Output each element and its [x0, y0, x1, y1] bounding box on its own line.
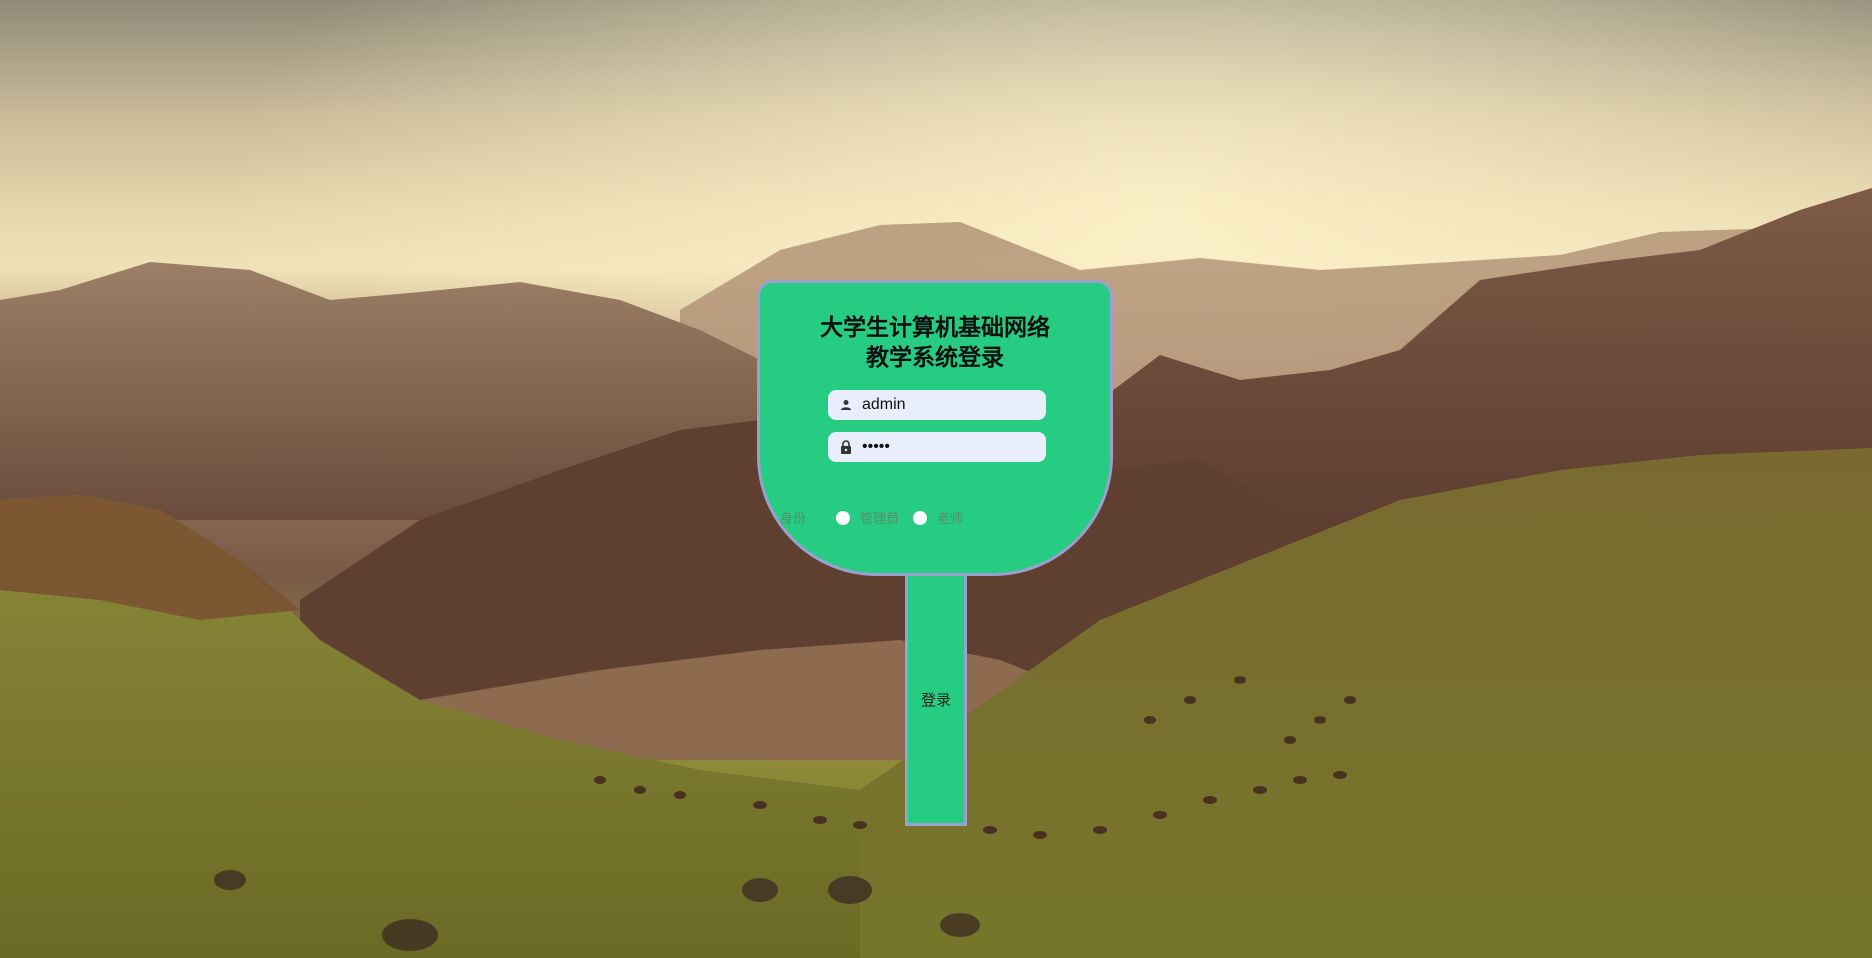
login-button-label: 登录: [920, 691, 951, 709]
radio-admin[interactable]: [836, 510, 851, 525]
password-field-wrapper: [828, 432, 1046, 462]
role-selector: 身份 管理员 老师: [780, 508, 977, 527]
username-field-wrapper: [828, 390, 1046, 420]
title-line-1: 大学生计算机基础网络: [820, 315, 1050, 341]
role-label: 身份: [780, 512, 807, 527]
login-card: 大学生计算机基础网络 教学系统登录 身份 管理员 老师: [757, 280, 1113, 576]
title-line-2: 教学系统登录: [866, 345, 1004, 371]
login-button[interactable]: 登录: [905, 576, 967, 826]
role-option-admin-label: 管理员: [860, 512, 900, 527]
role-option-teacher-label: 老师: [937, 512, 964, 527]
page-title: 大学生计算机基础网络 教学系统登录: [760, 313, 1110, 373]
radio-teacher[interactable]: [913, 510, 928, 525]
password-input[interactable]: [862, 438, 1032, 456]
role-option-teacher[interactable]: 老师: [913, 508, 963, 527]
user-icon: [838, 397, 854, 413]
role-option-admin[interactable]: 管理员: [836, 508, 899, 527]
username-input[interactable]: [862, 396, 1032, 414]
lock-icon: [838, 439, 854, 455]
